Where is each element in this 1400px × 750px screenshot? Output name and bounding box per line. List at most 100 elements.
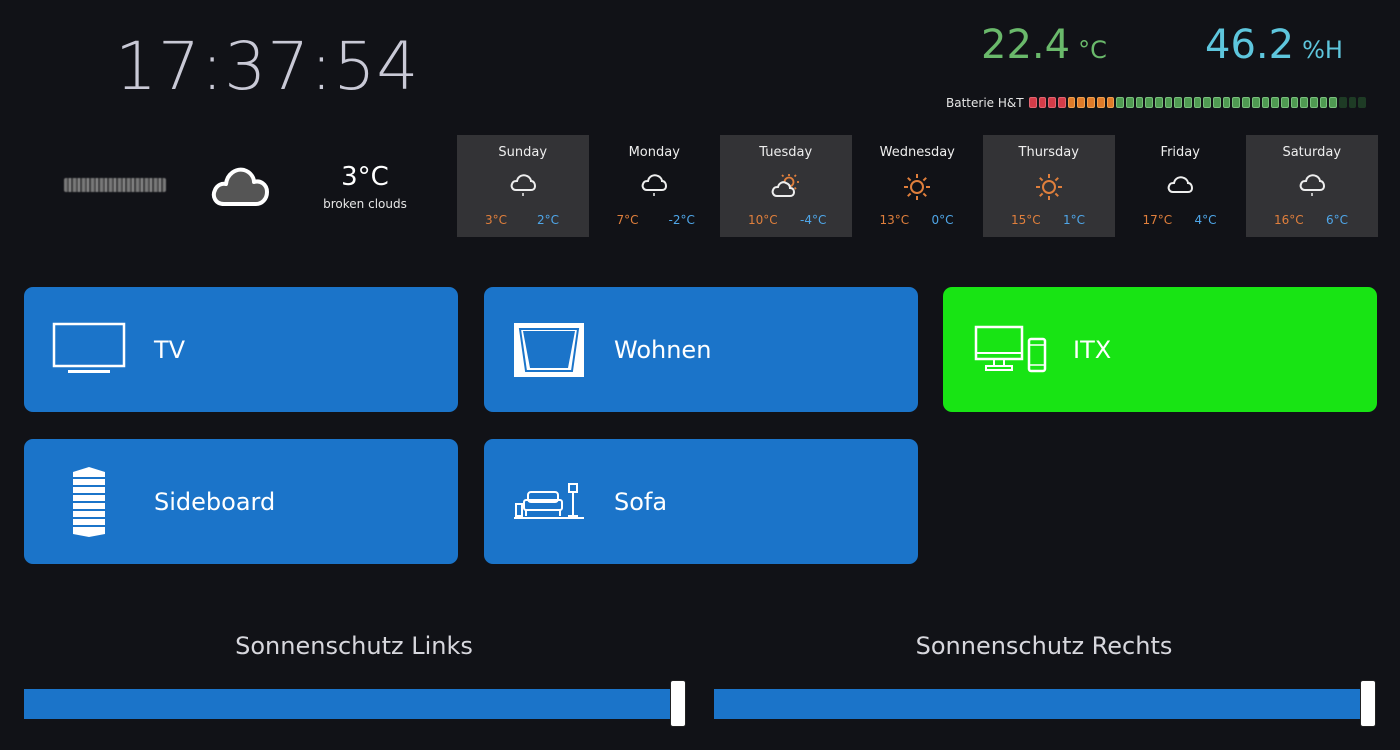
slider-left-handle[interactable] <box>670 680 686 727</box>
battery-segment <box>1261 97 1270 108</box>
forecast-low: 6°C <box>1326 213 1349 227</box>
forecast-high: 10°C <box>748 213 778 227</box>
forecast-day: Wednesday 13°C 0°C <box>852 135 984 237</box>
humidity-unit: %H <box>1302 36 1343 64</box>
desktop-phone-icon <box>971 313 1051 387</box>
cloud-rain-icon <box>509 173 537 203</box>
battery-segment <box>1203 97 1212 108</box>
battery-segment <box>1125 97 1134 108</box>
battery-segment <box>1067 97 1076 108</box>
forecast-high: 16°C <box>1274 213 1304 227</box>
battery-segment <box>1135 97 1144 108</box>
tile-label: Sofa <box>614 487 668 516</box>
slider-left-label: Sonnenschutz Links <box>235 632 473 660</box>
battery-segment <box>1329 97 1337 108</box>
battery-segment <box>1184 97 1192 108</box>
battery-segment <box>1339 97 1347 108</box>
tile-label: Sideboard <box>154 487 276 516</box>
forecast-strip: Sunday 3°C 2°C Monday 7°C -2°C Tuesday 10°C -4°C… <box>457 135 1378 237</box>
forecast-day-name: Wednesday <box>879 145 955 160</box>
battery-level-bar <box>1029 97 1367 108</box>
sun-icon <box>1035 173 1063 205</box>
forecast-day-name: Tuesday <box>759 145 813 160</box>
tile-tv[interactable]: TV <box>24 287 458 412</box>
tower-icon <box>52 465 126 539</box>
clock-time: 17:37:54 <box>115 28 420 105</box>
slider-right-handle[interactable] <box>1360 680 1376 727</box>
battery-segment <box>1096 97 1105 108</box>
forecast-day: Sunday 3°C 2°C <box>457 135 589 237</box>
forecast-low: 1°C <box>1063 213 1086 227</box>
forecast-day: Friday 17°C 4°C <box>1115 135 1247 237</box>
current-description: broken clouds <box>323 197 407 211</box>
humidity-readout: 46.2 %H <box>1205 22 1343 68</box>
forecast-low: 0°C <box>931 213 954 227</box>
battery-segment <box>1116 97 1124 108</box>
forecast-low: -4°C <box>800 213 827 227</box>
battery-label: Batterie H&T <box>946 96 1024 110</box>
forecast-high: 15°C <box>1011 213 1041 227</box>
frame-icon <box>512 313 586 387</box>
forecast-high: 13°C <box>879 213 910 227</box>
tile-wohnen[interactable]: Wohnen <box>484 287 918 412</box>
battery-segment <box>1193 97 1202 108</box>
forecast-low: 2°C <box>537 213 560 227</box>
tile-sofa[interactable]: Sofa <box>484 439 918 564</box>
battery-segment <box>1145 97 1153 108</box>
forecast-day-name: Thursday <box>1018 145 1079 160</box>
forecast-day: Thursday 15°C 1°C <box>983 135 1115 237</box>
battery-segment <box>1300 97 1308 108</box>
battery-segment <box>1106 97 1115 108</box>
current-temperature: 3°C <box>341 162 389 192</box>
battery-segment <box>1164 97 1173 108</box>
battery-segment <box>1358 97 1367 108</box>
battery-segment <box>1038 97 1047 108</box>
forecast-day: Tuesday 10°C -4°C <box>720 135 852 237</box>
forecast-high: 17°C <box>1142 213 1173 227</box>
tile-label: ITX <box>1073 335 1112 364</box>
forecast-day-name: Sunday <box>498 145 548 160</box>
forecast-day-name: Monday <box>628 145 680 160</box>
weather-location-blurred <box>64 178 166 192</box>
battery-segment <box>1087 97 1095 108</box>
slider-right-label: Sonnenschutz Rechts <box>915 632 1173 660</box>
forecast-high: 3°C <box>485 213 508 227</box>
battery-segment <box>1058 97 1066 108</box>
sofa-lamp-icon <box>512 465 586 539</box>
tile-label: Wohnen <box>614 335 712 364</box>
forecast-day: Saturday 16°C 6°C <box>1246 135 1378 237</box>
battery-segment <box>1271 97 1279 108</box>
forecast-day: Monday 7°C -2°C <box>589 135 721 237</box>
tile-sideboard[interactable]: Sideboard <box>24 439 458 564</box>
forecast-low: -2°C <box>668 213 695 227</box>
forecast-high: 7°C <box>616 213 639 227</box>
cloud-icon <box>210 162 270 212</box>
forecast-day-name: Friday <box>1160 145 1200 160</box>
slider-left-track[interactable] <box>24 689 680 719</box>
battery-segment <box>1029 97 1037 108</box>
tile-itx[interactable]: ITX <box>943 287 1377 412</box>
temperature-value: 22.4 <box>981 22 1071 68</box>
cloud-rain-icon <box>1298 173 1326 203</box>
temperature-readout: 22.4 °C <box>981 22 1107 68</box>
battery-segment <box>1280 97 1289 108</box>
tile-label: TV <box>154 335 186 364</box>
battery-segment <box>1251 97 1260 108</box>
battery-segment <box>1174 97 1182 108</box>
battery-segment <box>1319 97 1328 108</box>
battery-segment <box>1048 97 1057 108</box>
battery-segment <box>1309 97 1318 108</box>
temperature-unit: °C <box>1078 36 1107 64</box>
sun-cloud-icon <box>771 173 801 203</box>
battery-segment <box>1348 97 1357 108</box>
battery-segment <box>1213 97 1221 108</box>
humidity-value: 46.2 <box>1205 22 1295 68</box>
slider-right-track[interactable] <box>714 689 1370 719</box>
sun-icon <box>903 173 931 205</box>
battery-segment <box>1242 97 1250 108</box>
battery-segment <box>1232 97 1241 108</box>
battery-segment <box>1222 97 1231 108</box>
cloud-rain-icon <box>640 173 668 203</box>
forecast-low: 4°C <box>1194 213 1217 227</box>
battery-segment <box>1290 97 1299 108</box>
